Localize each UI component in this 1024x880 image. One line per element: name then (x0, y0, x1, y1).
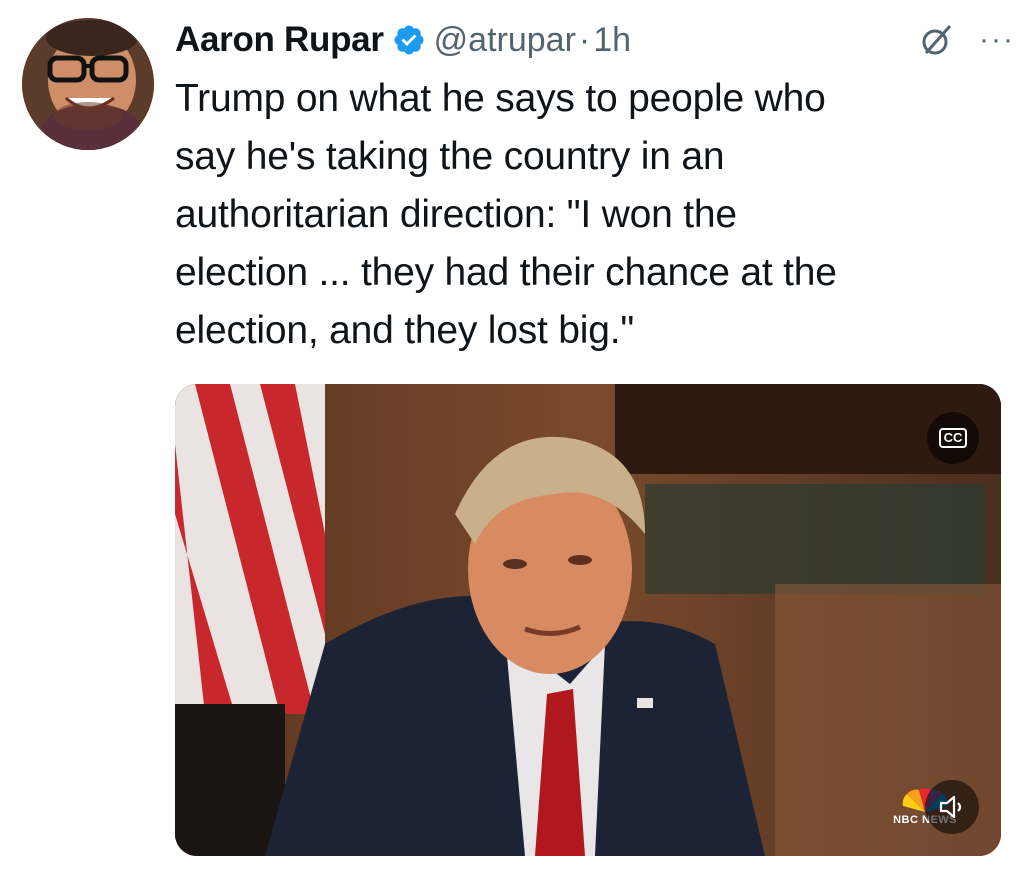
header-actions: ··· (917, 20, 1015, 60)
tweet-video[interactable]: CC NBC NEWS (175, 384, 1001, 856)
tweet-text: Trump on what he says to people who say … (175, 77, 837, 352)
closed-captions-icon: CC (938, 428, 968, 448)
tweet-header: Aaron Rupar @atrupar · 1h ··· (175, 12, 1015, 68)
grok-icon[interactable] (917, 20, 957, 60)
author-avatar[interactable] (22, 18, 154, 150)
verified-badge-icon (394, 25, 424, 55)
author-name[interactable]: Aaron Rupar (175, 20, 384, 60)
closed-captions-button[interactable]: CC (927, 412, 979, 464)
author-handle[interactable]: @atrupar (434, 21, 576, 60)
more-options-icon[interactable]: ··· (979, 25, 1015, 55)
video-frame (175, 384, 1001, 856)
tweet-timestamp[interactable]: 1h (593, 21, 631, 60)
speaker-muted-icon (939, 795, 962, 819)
separator-dot: · (578, 20, 591, 59)
mute-button[interactable] (925, 780, 979, 834)
